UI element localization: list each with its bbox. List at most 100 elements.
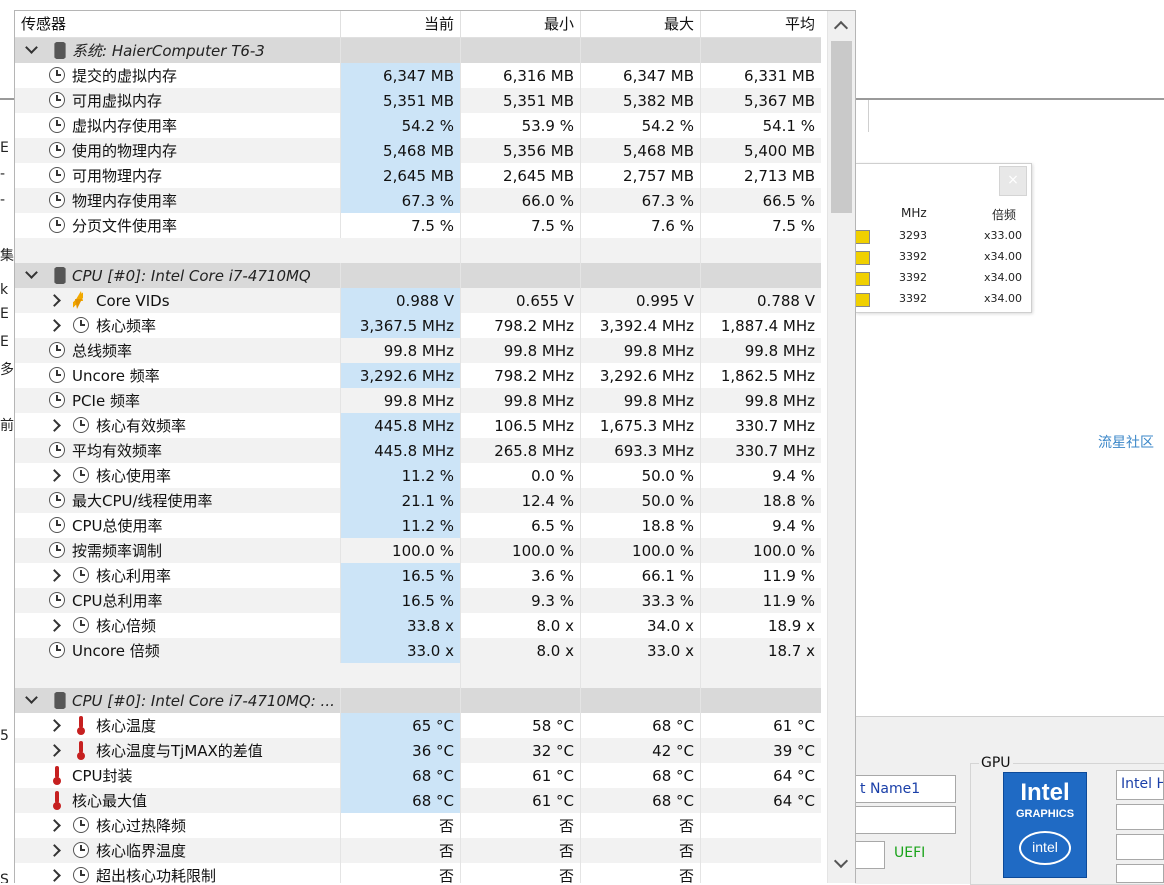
expand-chevron-icon[interactable] xyxy=(48,619,61,632)
value-cell-max: 否 xyxy=(581,813,701,838)
value-cell-avg: 9.4 % xyxy=(772,517,815,535)
sensor-row[interactable]: 使用的物理内存 5,468 MB 5,356 MB 5,468 MB 5,400 MB xyxy=(15,138,821,163)
column-header-row: 传感器 当前 最小 最大 平均 xyxy=(15,11,821,38)
value-cell-current xyxy=(341,263,461,288)
sensor-group-header[interactable]: CPU [#0]: Intel Core i7-4710MQ xyxy=(15,263,821,288)
expand-chevron-icon[interactable] xyxy=(48,844,61,857)
sensor-label: 超出核心功耗限制 xyxy=(96,867,217,883)
sensor-name-cell: 提交的虚拟内存 xyxy=(15,63,341,88)
sensor-row[interactable]: 核心温度与TjMAX的差值 36 °C 32 °C 42 °C 39 °C xyxy=(15,738,821,763)
sensor-row[interactable]: 平均有效频率 445.8 MHz 265.8 MHz 693.3 MHz 330.7 M… xyxy=(15,438,821,463)
scroll-up-icon[interactable] xyxy=(833,20,849,36)
expand-chevron-icon[interactable] xyxy=(48,294,61,307)
value-cell-current: 33.8 x xyxy=(341,613,461,638)
expand-chevron-icon[interactable] xyxy=(48,569,61,582)
sensor-row[interactable]: 核心临界温度否否否 xyxy=(15,838,821,863)
sensor-row[interactable]: 核心过热降频否否否 xyxy=(15,813,821,838)
vertical-scrollbar[interactable] xyxy=(827,11,855,883)
sensor-row[interactable]: CPU总使用率 11.2 % 6.5 % 18.8 % 9.4 % xyxy=(15,513,821,538)
value-cell-min: 58 °C xyxy=(461,713,581,738)
sensor-row[interactable]: 核心使用率 11.2 % 0.0 % 50.0 % 9.4 % xyxy=(15,463,821,488)
value-cell-min: 99.8 MHz xyxy=(461,388,581,413)
expand-chevron-icon[interactable] xyxy=(48,719,61,732)
clock-panel-close-button[interactable]: × xyxy=(999,166,1027,196)
value-cell-avg: 18.7 x xyxy=(767,642,815,660)
expand-chevron-icon[interactable] xyxy=(48,319,61,332)
sensor-row[interactable]: 分页文件使用率 7.5 % 7.5 % 7.6 % 7.5 % xyxy=(15,213,821,238)
sensor-row[interactable]: 按需频率调制 100.0 % 100.0 % 100.0 % 100.0 % xyxy=(15,538,821,563)
sensor-row[interactable]: 核心倍频 33.8 x 8.0 x 34.0 x 18.9 x xyxy=(15,613,821,638)
column-header-min[interactable]: 最小 xyxy=(461,11,581,37)
column-header-sensor[interactable]: 传感器 xyxy=(15,11,341,37)
expand-chevron-icon[interactable] xyxy=(48,744,61,757)
sensor-row[interactable]: PCIe 频率 99.8 MHz 99.8 MHz 99.8 MHz 99.8 MHz xyxy=(15,388,821,413)
column-header-current[interactable]: 当前 xyxy=(341,11,461,37)
sensor-label: 核心最大值 xyxy=(72,792,148,810)
scroll-down-icon[interactable] xyxy=(833,853,849,869)
value-cell-min: 9.3 % xyxy=(461,588,581,613)
clock-icon xyxy=(49,342,65,358)
collapse-chevron-icon[interactable] xyxy=(25,266,38,279)
sensor-row[interactable]: 可用虚拟内存 5,351 MB 5,351 MB 5,382 MB 5,367 MB xyxy=(15,88,821,113)
column-header-avg[interactable]: 平均 xyxy=(701,11,821,37)
sensor-row[interactable]: 总线频率 99.8 MHz 99.8 MHz 99.8 MHz 99.8 MHz xyxy=(15,338,821,363)
sensor-row[interactable]: 可用物理内存 2,645 MB 2,645 MB 2,757 MB 2,713 MB xyxy=(15,163,821,188)
value-cell-max: 50.0 % xyxy=(581,488,701,513)
value-cell-min: 0.655 V xyxy=(461,288,581,313)
sensor-label: Uncore 频率 xyxy=(72,367,160,385)
sensor-row[interactable]: 核心有效频率 445.8 MHz 106.5 MHz 1,675.3 MHz 330.7… xyxy=(15,413,821,438)
sensor-label: 提交的虚拟内存 xyxy=(72,67,178,85)
value-cell-max: 7.6 % xyxy=(581,213,701,238)
background-clipped-text: 集 xyxy=(0,248,14,264)
sensor-name-cell: 可用物理内存 xyxy=(15,163,341,188)
value-cell-max: 3,292.6 MHz xyxy=(581,363,701,388)
sensor-row[interactable]: 虚拟内存使用率 54.2 % 53.9 % 54.2 % 54.1 % xyxy=(15,113,821,138)
sensor-row[interactable]: 核心最大值 68 °C 61 °C 68 °C 64 °C xyxy=(15,788,821,813)
clock-icon xyxy=(49,592,65,608)
expand-chevron-icon[interactable] xyxy=(48,469,61,482)
intel-graphics-logo: Intel GRAPHICS intel xyxy=(1003,772,1087,878)
value-cell-min: 798.2 MHz xyxy=(461,363,581,388)
sensor-label: 可用物理内存 xyxy=(72,167,163,185)
value-cell-min xyxy=(461,688,581,713)
value-cell-current: 68 °C xyxy=(341,763,461,788)
value-cell-max: 100.0 % xyxy=(581,538,701,563)
sensor-row[interactable]: 核心频率 3,367.5 MHz 798.2 MHz 3,392.4 MHz 1,887… xyxy=(15,313,821,338)
clock-icon xyxy=(49,492,65,508)
expand-chevron-icon[interactable] xyxy=(48,819,61,832)
sensor-row[interactable]: CPU封装 68 °C 61 °C 68 °C 64 °C xyxy=(15,763,821,788)
sensor-row[interactable]: Core VIDs 0.988 V 0.655 V 0.995 V 0.788 V xyxy=(15,288,821,313)
sensor-name-cell: CPU [#0]: Intel Core i7-4710MQ xyxy=(15,263,341,288)
voltage-icon xyxy=(73,291,83,309)
collapse-chevron-icon[interactable] xyxy=(25,691,38,704)
sensor-row[interactable]: 物理内存使用率 67.3 % 66.0 % 67.3 % 66.5 % xyxy=(15,188,821,213)
value-cell-min: 6,316 MB xyxy=(461,63,581,88)
scroll-thumb[interactable] xyxy=(831,41,852,213)
sensor-name-cell: 物理内存使用率 xyxy=(15,188,341,213)
sensor-group-header[interactable]: 系统: HaierComputer T6-3 xyxy=(15,38,821,63)
spacer-row xyxy=(15,663,821,688)
value-cell-min: 53.9 % xyxy=(461,113,581,138)
sensor-label: 平均有效频率 xyxy=(72,442,163,460)
sensor-row[interactable]: 提交的虚拟内存 6,347 MB 6,316 MB 6,347 MB 6,331 MB xyxy=(15,63,821,88)
sensor-group-header[interactable]: CPU [#0]: Intel Core i7-4710MQ: ... xyxy=(15,688,821,713)
expand-chevron-icon[interactable] xyxy=(48,419,61,432)
sensor-name-cell: 核心温度 xyxy=(15,713,341,738)
sensor-row[interactable]: CPU总利用率 16.5 % 9.3 % 33.3 % 11.9 % xyxy=(15,588,821,613)
sensor-row[interactable]: 超出核心功耗限制否否否 xyxy=(15,863,821,883)
value-cell-max: 33.3 % xyxy=(581,588,701,613)
column-header-max[interactable]: 最大 xyxy=(581,11,701,37)
background-forum-link[interactable]: 流星社区 xyxy=(1098,432,1154,452)
sensor-row[interactable]: Uncore 倍频 33.0 x 8.0 x 33.0 x 18.7 x xyxy=(15,638,821,663)
sensor-row[interactable]: 核心利用率 16.5 % 3.6 % 66.1 % 11.9 % xyxy=(15,563,821,588)
sensor-label: Core VIDs xyxy=(96,292,170,310)
collapse-chevron-icon[interactable] xyxy=(25,41,38,54)
sensor-label: 核心使用率 xyxy=(96,467,172,485)
sensor-name-cell: 总线频率 xyxy=(15,338,341,363)
value-cell-max: 54.2 % xyxy=(581,113,701,138)
sensor-row[interactable]: Uncore 频率 3,292.6 MHz 798.2 MHz 3,292.6 MHz… xyxy=(15,363,821,388)
sensor-row[interactable]: 核心温度 65 °C 58 °C 68 °C 61 °C xyxy=(15,713,821,738)
value-cell-avg: 330.7 MHz xyxy=(735,442,815,460)
expand-chevron-icon[interactable] xyxy=(48,869,61,882)
sensor-row[interactable]: 最大CPU/线程使用率 21.1 % 12.4 % 50.0 % 18.8 % xyxy=(15,488,821,513)
